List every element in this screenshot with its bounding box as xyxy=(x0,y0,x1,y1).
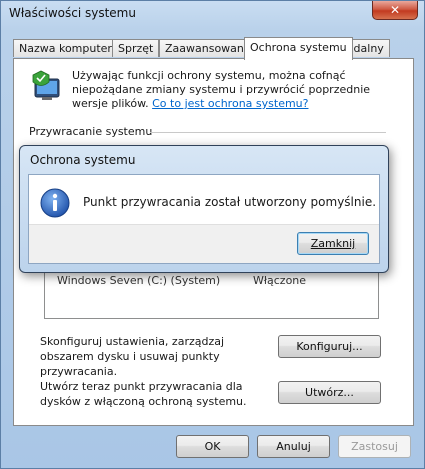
close-window-button[interactable]: ✕ xyxy=(372,1,418,20)
dialog-message: Punkt przywracania został utworzony pomy… xyxy=(83,195,377,209)
info-icon xyxy=(40,188,70,218)
tab-hardware[interactable]: Sprzęt xyxy=(112,39,160,57)
system-protection-icon xyxy=(32,70,60,100)
close-icon: ✕ xyxy=(389,3,401,17)
apply-button[interactable]: Zastosuj xyxy=(338,435,411,458)
title-bar[interactable]: Właściwości systemu ✕ xyxy=(1,1,424,29)
drive-name: Windows Seven (C:) (System) xyxy=(57,274,221,287)
dialog-body: Punkt przywracania został utworzony pomy… xyxy=(28,174,380,264)
tab-system-protection[interactable]: Ochrona systemu xyxy=(244,37,353,60)
list-item[interactable]: Windows Seven (C:) (System) Włączone xyxy=(57,274,306,287)
create-description: Utwórz teraz punkt przywracania dla dysk… xyxy=(40,380,247,408)
dialog-title: Ochrona systemu xyxy=(30,153,136,167)
system-properties-window: Właściwości systemu ✕ Nazwa komputera Sp… xyxy=(0,0,425,469)
tab-advanced[interactable]: Zaawansowane xyxy=(159,39,257,57)
restore-point-dialog: Ochrona systemu Punkt przywracania zosta… xyxy=(19,145,389,273)
close-dialog-button[interactable]: Zamknij xyxy=(297,232,369,255)
restore-section-label: Przywracanie systemu xyxy=(29,125,153,138)
dialog-footer: Zamknij xyxy=(29,224,379,263)
intro-text: Używając funkcji ochrony systemu, można … xyxy=(72,69,371,110)
tab-computer-name[interactable]: Nazwa komputera xyxy=(13,39,125,57)
cancel-button[interactable]: Anuluj xyxy=(257,435,330,458)
create-button[interactable]: Utwórz... xyxy=(278,381,381,404)
window-title: Właściwości systemu xyxy=(9,6,136,20)
configure-description: Skonfiguruj ustawienia, zarządzaj obszar… xyxy=(40,335,225,378)
drive-status: Włączone xyxy=(253,274,307,287)
section-divider xyxy=(150,132,386,133)
what-is-protection-link[interactable]: Co to jest ochrona systemu? xyxy=(152,97,308,110)
ok-button[interactable]: OK xyxy=(176,435,249,458)
configure-button[interactable]: Konfiguruj... xyxy=(278,335,381,358)
